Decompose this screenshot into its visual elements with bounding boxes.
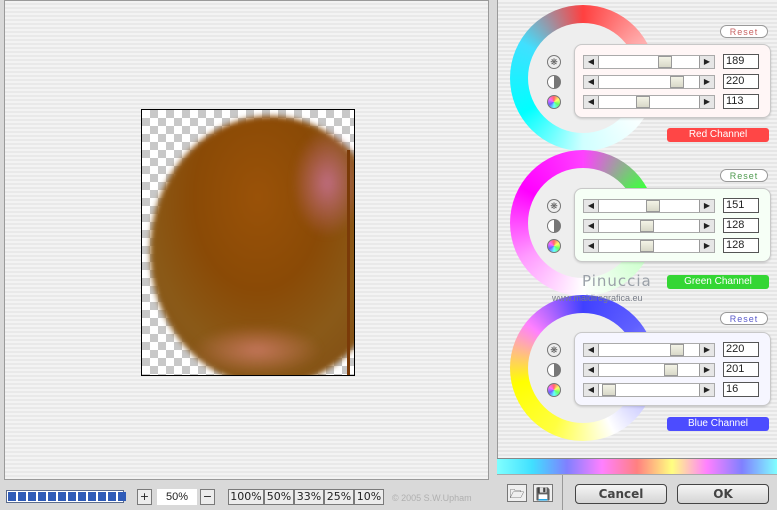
- watermark-url: www.maidiregrafica.eu: [552, 293, 643, 303]
- red-row-1: ❋ ◀ ▶ 189: [547, 54, 770, 71]
- cancel-button[interactable]: Cancel: [575, 484, 667, 504]
- arrow-left-icon[interactable]: ◀: [584, 200, 599, 212]
- slider-thumb[interactable]: [640, 220, 654, 232]
- green-channel-controls: ❋ ◀ ▶ 151 ◀ ▶ 128 ◀ ▶ 128: [547, 188, 771, 262]
- arrow-left-icon[interactable]: ◀: [584, 56, 599, 68]
- zoom-33-button[interactable]: 33%: [294, 489, 324, 505]
- slider-thumb[interactable]: [646, 200, 660, 212]
- preview-canvas[interactable]: [141, 109, 355, 376]
- zoom-toolbar: + 50% − 100% 50% 33% 25% 10% © 2005 S.W.…: [0, 484, 496, 509]
- red-slider-3[interactable]: ◀ ▶: [583, 95, 715, 109]
- zoom-in-button[interactable]: +: [137, 489, 152, 505]
- arrow-left-icon[interactable]: ◀: [584, 364, 599, 376]
- copyright-text: © 2005 S.W.Upham: [392, 493, 472, 503]
- arrow-right-icon[interactable]: ▶: [699, 220, 714, 232]
- green-row-2: ◀ ▶ 128: [547, 218, 770, 235]
- blue-channel-controls: ❋ ◀ ▶ 220 ◀ ▶ 201 ◀ ▶ 16: [547, 332, 771, 406]
- slider-thumb[interactable]: [602, 384, 616, 396]
- progress-bar: [6, 490, 126, 503]
- green-value-2[interactable]: 128: [723, 218, 759, 233]
- red-row-2: ◀ ▶ 220: [547, 74, 770, 91]
- zoom-100-button[interactable]: 100%: [228, 489, 264, 505]
- zoom-value: 50%: [157, 489, 197, 505]
- green-slider-1[interactable]: ◀ ▶: [583, 199, 715, 213]
- red-value-2[interactable]: 220: [723, 74, 759, 89]
- green-slider-2[interactable]: ◀ ▶: [583, 219, 715, 233]
- ok-button[interactable]: OK: [677, 484, 769, 504]
- slider-thumb[interactable]: [670, 344, 684, 356]
- blue-slider-2[interactable]: ◀ ▶: [583, 363, 715, 377]
- blue-row-2: ◀ ▶ 201: [547, 362, 770, 379]
- channel-panel: Pinuccia www.maidiregrafica.eu Reset ❋ ◀…: [497, 0, 777, 458]
- red-channel-label: Red Channel: [667, 128, 769, 142]
- contrast-icon: [547, 75, 561, 89]
- red-value-1[interactable]: 189: [723, 54, 759, 69]
- zoom-50-button[interactable]: 50%: [264, 489, 294, 505]
- green-slider-3[interactable]: ◀ ▶: [583, 239, 715, 253]
- folder-icon[interactable]: 🗁: [507, 484, 527, 502]
- arrow-left-icon[interactable]: ◀: [584, 96, 599, 108]
- arrow-right-icon[interactable]: ▶: [699, 384, 714, 396]
- preview-image-reflection: [192, 325, 322, 375]
- arrow-right-icon[interactable]: ▶: [699, 200, 714, 212]
- red-channel-controls: ❋ ◀ ▶ 189 ◀ ▶ 220 ◀ ▶ 113: [547, 44, 771, 118]
- blue-channel-label: Blue Channel: [667, 417, 769, 431]
- blue-reset-button[interactable]: Reset: [720, 312, 768, 325]
- preview-image-highlight: [292, 128, 354, 238]
- contrast-icon: [547, 219, 561, 233]
- zoom-25-button[interactable]: 25%: [324, 489, 354, 505]
- arrow-right-icon[interactable]: ▶: [699, 56, 714, 68]
- green-reset-button[interactable]: Reset: [720, 169, 768, 182]
- slider-thumb[interactable]: [664, 364, 678, 376]
- arrow-left-icon[interactable]: ◀: [584, 384, 599, 396]
- contrast-icon: [547, 363, 561, 377]
- dialog-footer: 🗁 💾 Cancel OK: [497, 474, 777, 510]
- green-value-1[interactable]: 151: [723, 198, 759, 213]
- arrow-right-icon[interactable]: ▶: [699, 364, 714, 376]
- red-slider-1[interactable]: ◀ ▶: [583, 55, 715, 69]
- watermark-name: Pinuccia: [582, 272, 652, 290]
- blue-value-2[interactable]: 201: [723, 362, 759, 377]
- red-value-3[interactable]: 113: [723, 94, 759, 109]
- slider-thumb[interactable]: [636, 96, 650, 108]
- hue-spectrum-bar: [497, 458, 777, 474]
- arrow-right-icon[interactable]: ▶: [699, 96, 714, 108]
- floppy-icon[interactable]: 💾: [533, 484, 553, 502]
- settings-icon: ❋: [547, 55, 561, 69]
- blue-row-1: ❋ ◀ ▶ 220: [547, 342, 770, 359]
- preview-image-edge: [347, 150, 350, 375]
- green-row-1: ❋ ◀ ▶ 151: [547, 198, 770, 215]
- arrow-right-icon[interactable]: ▶: [699, 240, 714, 252]
- settings-icon: ❋: [547, 343, 561, 357]
- settings-icon: ❋: [547, 199, 561, 213]
- arrow-left-icon[interactable]: ◀: [584, 344, 599, 356]
- red-reset-button[interactable]: Reset: [720, 25, 768, 38]
- green-value-3[interactable]: 128: [723, 238, 759, 253]
- blue-value-3[interactable]: 16: [723, 382, 759, 397]
- blue-value-1[interactable]: 220: [723, 342, 759, 357]
- blue-slider-3[interactable]: ◀ ▶: [583, 383, 715, 397]
- green-row-3: ◀ ▶ 128: [547, 238, 770, 255]
- arrow-left-icon[interactable]: ◀: [584, 240, 599, 252]
- color-wheel-icon: [547, 239, 561, 253]
- arrow-left-icon[interactable]: ◀: [584, 220, 599, 232]
- red-row-3: ◀ ▶ 113: [547, 94, 770, 111]
- slider-thumb[interactable]: [658, 56, 672, 68]
- green-channel-label: Green Channel: [667, 275, 769, 289]
- blue-slider-1[interactable]: ◀ ▶: [583, 343, 715, 357]
- color-wheel-icon: [547, 95, 561, 109]
- red-slider-2[interactable]: ◀ ▶: [583, 75, 715, 89]
- slider-thumb[interactable]: [640, 240, 654, 252]
- arrow-right-icon[interactable]: ▶: [699, 76, 714, 88]
- zoom-10-button[interactable]: 10%: [354, 489, 384, 505]
- color-wheel-icon: [547, 383, 561, 397]
- slider-thumb[interactable]: [670, 76, 684, 88]
- preview-area: [4, 0, 489, 480]
- footer-divider: [562, 475, 563, 510]
- arrow-left-icon[interactable]: ◀: [584, 76, 599, 88]
- arrow-right-icon[interactable]: ▶: [699, 344, 714, 356]
- blue-row-3: ◀ ▶ 16: [547, 382, 770, 399]
- zoom-out-button[interactable]: −: [200, 489, 215, 505]
